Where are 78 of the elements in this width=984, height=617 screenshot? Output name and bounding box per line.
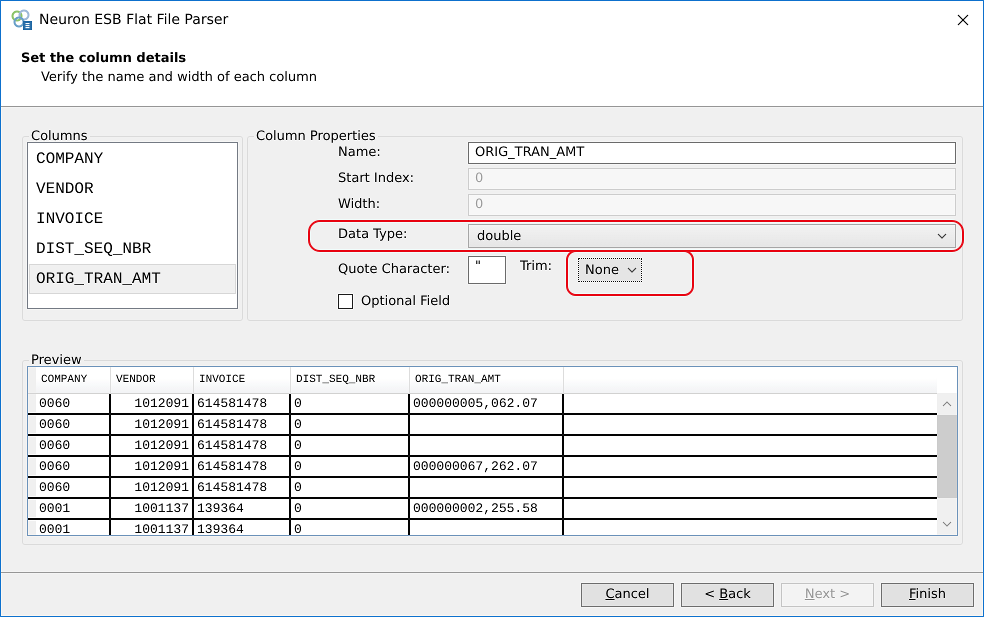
table-cell: 000000067,262.07: [410, 457, 564, 476]
dropdown-value: double: [477, 228, 522, 244]
list-item[interactable]: INVOICE: [29, 204, 236, 234]
table-cell: 139364: [194, 499, 291, 518]
table-cell: 0: [291, 394, 410, 413]
text-field[interactable]: ORIG_TRAN_AMT: [468, 142, 956, 164]
table-cell: 000000005,062.07: [410, 394, 564, 413]
field-label: Width:: [338, 196, 382, 214]
column-header[interactable]: DIST_SEQ_NBR: [291, 367, 410, 393]
wizard-button[interactable]: < Back: [681, 582, 774, 606]
dropdown-value: None: [585, 262, 619, 278]
checkbox[interactable]: [338, 294, 353, 309]
table-cell: 0: [291, 457, 410, 476]
table-cell: 000000002,255.58: [410, 499, 564, 518]
app-icon: [11, 9, 33, 31]
table-cell: 1001137: [111, 520, 194, 535]
window-title: Neuron ESB Flat File Parser: [39, 12, 230, 28]
scroll-thumb[interactable]: [937, 415, 957, 498]
table-cell: 0: [291, 436, 410, 455]
row-header[interactable]: [28, 457, 36, 476]
row-header[interactable]: [28, 520, 36, 535]
table-cell: 1012091: [111, 457, 194, 476]
field-label: Quote Character:: [338, 261, 451, 279]
page-title: Set the column details: [21, 51, 188, 66]
table-cell: 1012091: [111, 436, 194, 455]
row-header[interactable]: [28, 499, 36, 518]
table-cell: 0: [291, 520, 410, 535]
table-cell: 0: [291, 415, 410, 434]
text-field[interactable]: ": [468, 256, 506, 284]
list-item[interactable]: ORIG_TRAN_AMT: [29, 264, 236, 294]
wizard-button[interactable]: Finish: [881, 582, 974, 606]
table-cell: 0001: [36, 520, 111, 535]
scrollbar[interactable]: [937, 393, 957, 535]
list-item[interactable]: DIST_SEQ_NBR: [29, 234, 236, 264]
chevron-down-icon: [626, 267, 637, 273]
group-label: Column Properties: [255, 129, 377, 144]
row-header[interactable]: [28, 478, 36, 497]
field-label: Trim:: [520, 258, 552, 276]
scroll-down-icon[interactable]: [942, 521, 952, 527]
row-header[interactable]: [28, 436, 36, 455]
chevron-down-icon: [937, 233, 947, 239]
data-type-dropdown[interactable]: double: [468, 224, 956, 248]
table-cell: 614581478: [194, 457, 291, 476]
wizard-button[interactable]: Cancel: [581, 582, 674, 606]
column-header[interactable]: ORIG_TRAN_AMT: [410, 367, 564, 393]
field-label: Data Type:: [338, 226, 408, 244]
checkbox-label: Optional Field: [361, 294, 450, 309]
table-cell: 0060: [36, 436, 111, 455]
column-header[interactable]: VENDOR: [111, 367, 194, 393]
page-subtitle: Verify the name and width of each column: [41, 70, 318, 85]
table-cell: 139364: [194, 520, 291, 535]
table-cell: 0060: [36, 457, 111, 476]
table-cell: 614581478: [194, 394, 291, 413]
table-cell: 0060: [36, 415, 111, 434]
table-cell: 1012091: [111, 415, 194, 434]
group-label: Columns: [30, 129, 89, 144]
table-cell: 0: [291, 499, 410, 518]
field-label: Start Index:: [338, 170, 416, 188]
list-item[interactable]: COMPANY: [29, 144, 236, 174]
group-label: Preview: [30, 353, 83, 368]
table-cell: 614581478: [194, 415, 291, 434]
table-cell: 614581478: [194, 436, 291, 455]
table-cell: 0001: [36, 499, 111, 518]
table-cell: 1012091: [111, 394, 194, 413]
list-item[interactable]: VENDOR: [29, 174, 236, 204]
scroll-up-icon[interactable]: [942, 401, 952, 407]
column-header[interactable]: INVOICE: [194, 367, 291, 393]
table-cell: 614581478: [194, 478, 291, 497]
table-cell: 1001137: [111, 499, 194, 518]
row-header[interactable]: [28, 394, 36, 413]
table-cell: 0: [291, 478, 410, 497]
trim-dropdown[interactable]: None: [578, 258, 642, 282]
table-cell: 0060: [36, 478, 111, 497]
column-header[interactable]: COMPANY: [36, 367, 111, 393]
table-cell: 1012091: [111, 478, 194, 497]
table-cell: 0060: [36, 394, 111, 413]
row-header[interactable]: [28, 415, 36, 434]
field-label: Name:: [338, 144, 382, 162]
